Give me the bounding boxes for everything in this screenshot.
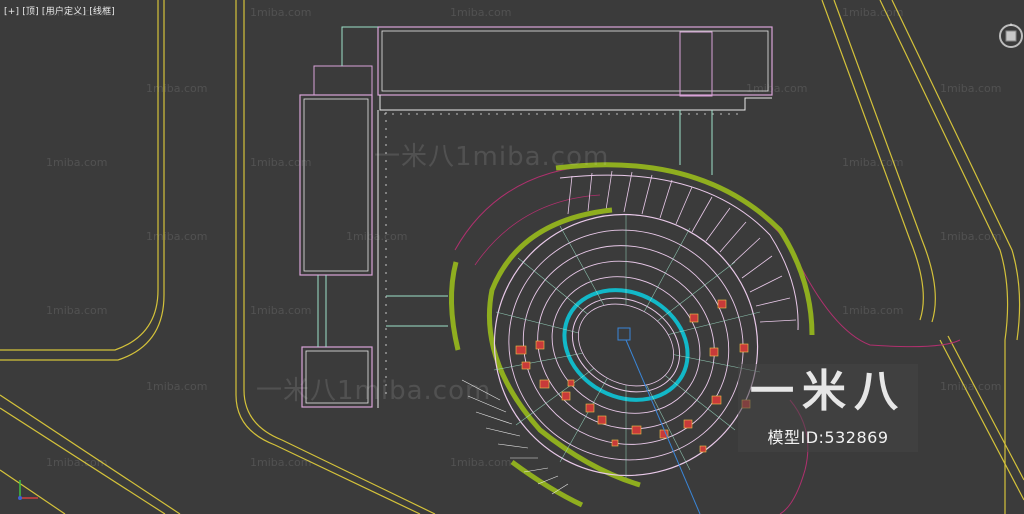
building-west[interactable] (299, 65, 387, 408)
viewport-top[interactable]: 1miba.com 1miba.com 1miba.com 1miba.com … (0, 0, 1024, 514)
model-id-label: 模型ID:532869 (767, 428, 889, 447)
viewcube-compass-icon[interactable] (998, 22, 1024, 50)
logo-title: 一米八 (750, 366, 906, 417)
axis-tripod-icon (8, 476, 48, 510)
site-curve-inner (474, 194, 601, 266)
building-north[interactable] (377, 26, 773, 115)
building-southwest[interactable] (301, 275, 373, 408)
viewport-label[interactable]: [+] [顶] [用户定义] [线框] (4, 4, 115, 17)
watermark-logo: 一米八 模型ID:532869 (738, 364, 918, 452)
site-curve (454, 164, 961, 514)
